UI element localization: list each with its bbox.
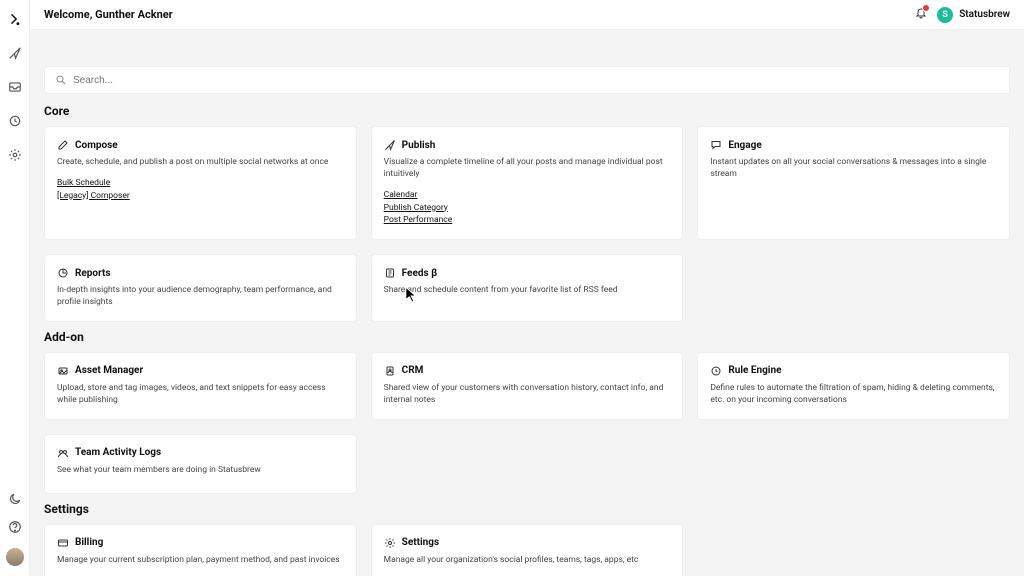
nav-reports-icon[interactable] [8, 114, 22, 132]
rule-icon [710, 365, 722, 377]
link-legacy-composer[interactable]: [Legacy] Composer [57, 190, 344, 203]
card-crm[interactable]: CRM Shared view of your customers with c… [371, 352, 684, 420]
org-avatar: S [937, 7, 953, 23]
card-title: Reports [75, 268, 111, 279]
card-feeds[interactable]: Feeds β Share and schedule content from … [371, 254, 684, 322]
card-team-activity[interactable]: Team Activity Logs See what your team me… [44, 434, 357, 494]
search-icon [55, 74, 67, 86]
section-settings: Settings [44, 502, 1010, 516]
card-desc: Share and schedule content from your fav… [384, 285, 671, 297]
search-bar[interactable] [44, 66, 1010, 94]
nav-inbox-icon[interactable] [8, 80, 22, 98]
content-area: Core Compose Create, schedule, and publi… [30, 30, 1024, 576]
card-desc: Visualize a complete timeline of all you… [384, 157, 671, 181]
notification-badge [922, 4, 930, 12]
search-input[interactable] [73, 75, 999, 86]
card-title: Compose [75, 140, 118, 151]
section-addon: Add-on [44, 330, 1010, 344]
card-desc: Define rules to automate the filtration … [710, 383, 997, 407]
settings-icon [384, 537, 396, 549]
team-icon [57, 447, 69, 459]
card-title: Feeds β [402, 268, 437, 279]
help-icon[interactable] [8, 520, 22, 538]
card-desc: In-depth insights into your audience dem… [57, 285, 344, 309]
card-title: Asset Manager [75, 365, 143, 376]
theme-toggle-icon[interactable] [8, 492, 22, 510]
card-title: Team Activity Logs [75, 447, 161, 458]
reports-icon [57, 267, 69, 279]
billing-icon [57, 537, 69, 549]
card-billing[interactable]: Billing Manage your current subscription… [44, 524, 357, 576]
topbar: Welcome, Gunther Ackner S Statusbrew [30, 0, 1024, 30]
card-asset-manager[interactable]: Asset Manager Upload, store and tag imag… [44, 352, 357, 420]
feeds-icon [384, 267, 396, 279]
user-avatar[interactable] [6, 548, 24, 566]
card-desc: Create, schedule, and publish a post on … [57, 157, 344, 169]
card-reports[interactable]: Reports In-depth insights into your audi… [44, 254, 357, 322]
card-desc: Manage your current subscription plan, p… [57, 555, 344, 567]
card-desc: Manage all your organization's social pr… [384, 555, 671, 567]
card-engage[interactable]: Engage Instant updates on all your socia… [697, 126, 1010, 240]
org-name: Statusbrew [959, 9, 1010, 20]
card-publish[interactable]: Publish Visualize a complete timeline of… [371, 126, 684, 240]
card-desc: Shared view of your customers with conve… [384, 383, 671, 407]
card-title: Rule Engine [728, 365, 781, 376]
card-title: Settings [402, 537, 439, 548]
card-title: CRM [402, 365, 424, 376]
engage-icon [710, 139, 722, 151]
section-core: Core [44, 104, 1010, 118]
card-desc: See what your team members are doing in … [57, 465, 344, 477]
org-switcher[interactable]: S Statusbrew [937, 7, 1010, 23]
crm-icon [384, 365, 396, 377]
link-publish-category[interactable]: Publish Category [384, 202, 671, 215]
page-title: Welcome, Gunther Ackner [44, 8, 173, 21]
card-desc: Upload, store and tag images, videos, an… [57, 383, 344, 407]
card-compose[interactable]: Compose Create, schedule, and publish a … [44, 126, 357, 240]
card-desc: Instant updates on all your social conve… [710, 157, 997, 181]
notifications-button[interactable] [915, 7, 927, 23]
asset-icon [57, 365, 69, 377]
nav-publish-icon[interactable] [8, 46, 22, 64]
link-calendar[interactable]: Calendar [384, 189, 671, 202]
nav-settings-icon[interactable] [8, 148, 22, 166]
card-rule-engine[interactable]: Rule Engine Define rules to automate the… [697, 352, 1010, 420]
card-title: Billing [75, 537, 103, 548]
card-title: Publish [402, 140, 436, 151]
card-settings[interactable]: Settings Manage all your organization's … [371, 524, 684, 576]
publish-icon [384, 139, 396, 151]
link-bulk-schedule[interactable]: Bulk Schedule [57, 177, 344, 190]
compose-icon [57, 139, 69, 151]
link-post-performance[interactable]: Post Performance [384, 214, 671, 227]
left-sidebar [0, 0, 30, 576]
logo-icon[interactable] [8, 12, 22, 30]
card-title: Engage [728, 140, 761, 151]
